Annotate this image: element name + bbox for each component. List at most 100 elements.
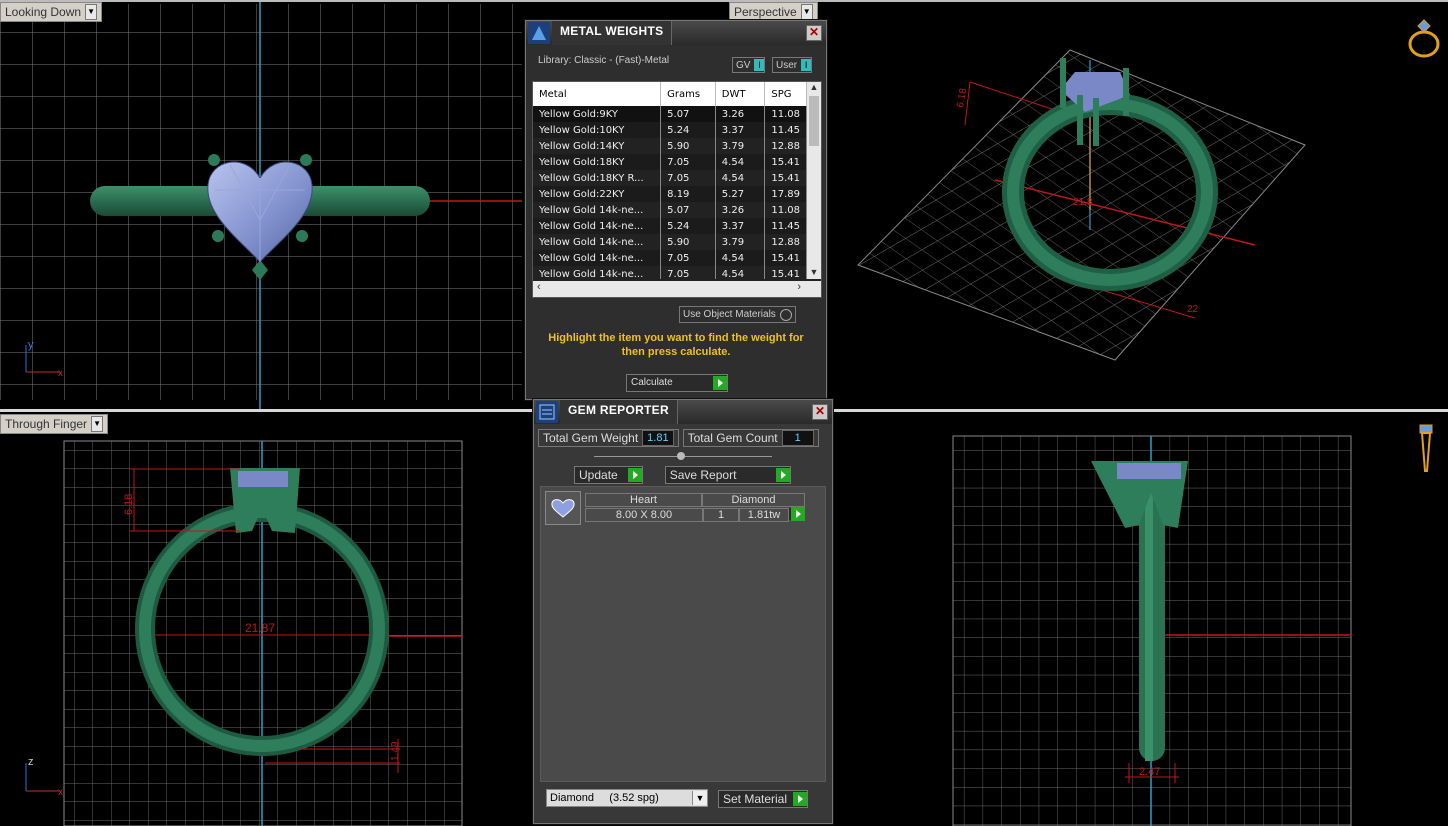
- update-button[interactable]: Update: [574, 466, 643, 484]
- axis-z-label: z: [28, 756, 34, 768]
- total-gem-weight-value: 1.81: [642, 430, 674, 446]
- table-row[interactable]: Yellow Gold:9KY 5.07 3.26 11.08: [533, 106, 807, 122]
- metal-table: Metal Grams DWT SPG Yellow Gold:9KY 5.07 3…: [533, 82, 807, 279]
- user-toggle[interactable]: User I: [772, 57, 813, 73]
- total-gem-count-value: 1: [781, 430, 814, 446]
- material-select[interactable]: Diamond (3.52 spg) ▼: [546, 789, 708, 807]
- chevron-down-icon[interactable]: ▼: [800, 4, 813, 20]
- ring-view-icon[interactable]: [1404, 16, 1444, 60]
- gem-report-icon: [536, 401, 558, 423]
- table-cell: 3.79: [715, 138, 766, 154]
- column-header[interactable]: Metal: [533, 82, 662, 106]
- gem-size: 8.00 X 8.00: [585, 508, 703, 522]
- table-cell: Yellow Gold:18KY R...: [533, 170, 662, 186]
- table-cell: 4.54: [715, 250, 766, 266]
- chevron-down-icon[interactable]: ▼: [85, 4, 98, 20]
- top-view-canvas: y x: [0, 0, 522, 410]
- scrollbar-thumb[interactable]: [809, 96, 819, 146]
- total-gem-weight: Total Gem Weight 1.81: [538, 429, 679, 447]
- table-cell: 11.45: [764, 218, 807, 234]
- dim-front-inner: 21.87: [245, 621, 275, 635]
- divider-slider[interactable]: [534, 452, 832, 462]
- play-icon: [791, 507, 805, 521]
- table-row[interactable]: Yellow Gold:14KY 5.90 3.79 12.88: [533, 138, 807, 154]
- gem-reporter-titlebar[interactable]: GEM REPORTER ✕: [534, 400, 832, 424]
- gv-label: GV: [736, 59, 751, 71]
- scale-icon: [528, 22, 550, 44]
- table-cell: 7.05: [660, 170, 716, 186]
- gem-reporter-panel: GEM REPORTER ✕ Total Gem Weight 1.81 Tot…: [533, 399, 833, 824]
- table-row[interactable]: Yellow Gold:18KY R... 7.05 4.54 15.41: [533, 170, 807, 186]
- scroll-left-icon[interactable]: ‹: [537, 281, 541, 293]
- table-cell: Yellow Gold 14k-ne...: [533, 202, 662, 218]
- gv-toggle[interactable]: GV I: [732, 57, 766, 73]
- close-icon[interactable]: ✕: [812, 404, 828, 420]
- side-view-icon[interactable]: [1414, 423, 1438, 475]
- horizontal-scrollbar[interactable]: ‹ ›: [533, 281, 821, 297]
- table-cell: 17.89: [764, 186, 807, 202]
- table-cell: 5.27: [715, 186, 766, 202]
- viewport-label-through-finger[interactable]: Through Finger ▼: [0, 414, 109, 434]
- table-row[interactable]: Yellow Gold:10KY 5.24 3.37 11.45: [533, 122, 807, 138]
- viewport-perspective[interactable]: 6.18 21.8 22 Perspective ▼: [725, 0, 1448, 410]
- table-cell: 8.19: [660, 186, 716, 202]
- vertical-scrollbar[interactable]: ▲ ▼: [807, 82, 821, 279]
- gem-detail-button[interactable]: [789, 507, 805, 521]
- table-cell: 7.05: [660, 266, 716, 279]
- table-row[interactable]: Yellow Gold 14k-ne... 5.07 3.26 11.08: [533, 202, 807, 218]
- table-cell: Yellow Gold:14KY: [533, 138, 662, 154]
- table-cell: 3.37: [715, 218, 766, 234]
- table-row[interactable]: Yellow Gold 14k-ne... 7.05 4.54 15.41: [533, 266, 807, 279]
- chevron-down-icon[interactable]: ▼: [692, 791, 707, 805]
- table-row[interactable]: Yellow Gold 14k-ne... 5.24 3.37 11.45: [533, 218, 807, 234]
- axis-x-label: x: [58, 368, 63, 379]
- table-cell: 5.07: [660, 106, 716, 122]
- gem-type: Diamond: [701, 493, 805, 507]
- use-object-materials-toggle[interactable]: Use Object Materials: [679, 304, 796, 323]
- instruction-text: Highlight the item you want to find the …: [548, 332, 804, 358]
- close-icon[interactable]: ✕: [806, 25, 822, 41]
- panel-title: GEM REPORTER: [560, 400, 678, 424]
- table-cell: 4.54: [715, 266, 766, 279]
- column-header[interactable]: Grams: [660, 82, 716, 106]
- table-cell: 15.41: [764, 170, 807, 186]
- viewport-through-finger[interactable]: 6.18 21.87 1.49 z x Through Finger ▼: [0, 413, 535, 826]
- dim-persp-mid: 21.8: [1073, 197, 1093, 208]
- set-material-label: Set Material: [723, 792, 788, 806]
- perspective-canvas: 6.18 21.8 22: [857, 49, 1306, 361]
- total-gem-count-label: Total Gem Count: [687, 431, 778, 445]
- table-row[interactable]: Yellow Gold 14k-ne... 7.05 4.54 15.41: [533, 250, 807, 266]
- top-border: [0, 0, 1448, 2]
- table-header: Metal Grams DWT SPG: [533, 82, 807, 106]
- play-icon: [627, 468, 642, 482]
- table-row[interactable]: Yellow Gold 14k-ne... 5.90 3.79 12.88: [533, 234, 807, 250]
- viewport-side[interactable]: 2.47: [833, 413, 1448, 826]
- gem-row[interactable]: Heart Diamond 8.00 X 8.00 1 1.81tw: [545, 491, 807, 525]
- table-cell: Yellow Gold 14k-ne...: [533, 234, 662, 250]
- table-cell: 5.24: [660, 122, 716, 138]
- column-header[interactable]: DWT: [715, 82, 766, 106]
- viewport-label-perspective[interactable]: Perspective ▼: [729, 2, 818, 22]
- side-view-canvas: 2.47: [952, 435, 1352, 826]
- viewport-looking-down[interactable]: y x Looking Down ▼: [0, 0, 522, 410]
- table-cell: Yellow Gold:10KY: [533, 122, 662, 138]
- metal-weights-titlebar[interactable]: METAL WEIGHTS ✕: [526, 21, 826, 45]
- table-cell: 15.41: [764, 250, 807, 266]
- scroll-right-icon[interactable]: ›: [797, 281, 801, 293]
- use-object-materials-label: Use Object Materials: [683, 309, 776, 320]
- save-report-button[interactable]: Save Report: [664, 466, 791, 484]
- table-cell: Yellow Gold 14k-ne...: [533, 218, 662, 234]
- table-cell: 7.05: [660, 154, 716, 170]
- gem-list: Heart Diamond 8.00 X 8.00 1 1.81tw: [540, 486, 826, 782]
- table-row[interactable]: Yellow Gold:18KY 7.05 4.54 15.41: [533, 154, 807, 170]
- table-row[interactable]: Yellow Gold:22KY 8.19 5.27 17.89: [533, 186, 807, 202]
- viewport-label-looking-down[interactable]: Looking Down ▼: [0, 2, 103, 22]
- library-label: Library: Classic - (Fast)-Metal: [538, 55, 670, 66]
- metal-table-body: Yellow Gold:9KY 5.07 3.26 11.08 Yellow Gold:…: [533, 106, 807, 279]
- total-gem-count: Total Gem Count 1: [682, 429, 819, 447]
- calculate-button[interactable]: Calculate: [626, 372, 728, 392]
- column-header[interactable]: SPG: [764, 82, 807, 106]
- chevron-down-icon[interactable]: ▼: [91, 416, 104, 432]
- set-material-button[interactable]: Set Material: [718, 790, 809, 808]
- table-cell: 11.45: [764, 122, 807, 138]
